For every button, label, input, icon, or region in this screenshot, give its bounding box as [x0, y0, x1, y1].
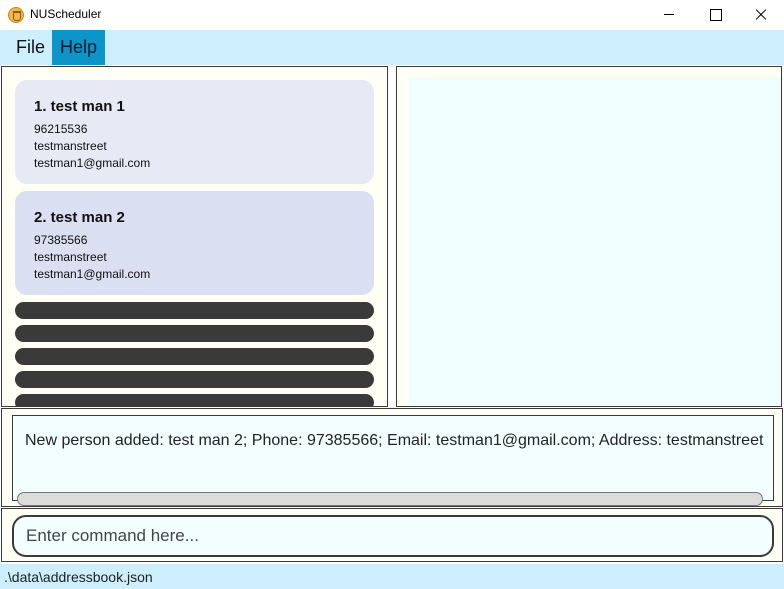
- person-phone: 96215536: [34, 122, 88, 136]
- browser-view: [409, 77, 781, 406]
- app-icon: [8, 7, 24, 23]
- maximize-button[interactable]: [692, 0, 738, 30]
- person-email: testman1@gmail.com: [34, 267, 151, 281]
- person-card[interactable]: 1. test man 1 96215536 testmanstreet tes…: [15, 80, 374, 184]
- window-title: NUScheduler: [30, 7, 102, 21]
- close-button[interactable]: [738, 0, 784, 30]
- empty-list-cell: [15, 371, 374, 388]
- browser-panel: [396, 66, 782, 407]
- person-name: 2. test man 2: [34, 209, 125, 226]
- menu-file[interactable]: File: [8, 30, 53, 65]
- title-bar: NUScheduler: [0, 0, 784, 30]
- person-name: 1. test man 1: [34, 98, 125, 115]
- horizontal-scrollbar[interactable]: [17, 492, 763, 506]
- menu-help[interactable]: Help: [52, 30, 106, 65]
- person-address: testmanstreet: [34, 250, 107, 264]
- person-phone: 97385566: [34, 233, 88, 247]
- command-input[interactable]: [12, 515, 774, 557]
- save-location: .\data\addressbook.json: [4, 569, 153, 585]
- minimize-button[interactable]: [646, 0, 692, 30]
- person-address: testmanstreet: [34, 139, 107, 153]
- person-list-panel[interactable]: 1. test man 1 96215536 testmanstreet tes…: [1, 66, 388, 407]
- empty-list-cell: [15, 325, 374, 342]
- empty-list-cell: [15, 302, 374, 319]
- result-message: New person added: test man 2; Phone: 973…: [25, 432, 764, 449]
- person-email: testman1@gmail.com: [34, 156, 151, 170]
- result-display: New person added: test man 2; Phone: 973…: [12, 415, 774, 506]
- menu-bar: File Help: [0, 30, 784, 65]
- empty-list-cell: [15, 348, 374, 365]
- result-display-panel: New person added: test man 2; Phone: 973…: [1, 408, 783, 507]
- person-card[interactable]: 2. test man 2 97385566 testmanstreet tes…: [15, 191, 374, 295]
- command-box-panel: [1, 508, 783, 562]
- status-bar: .\data\addressbook.json: [0, 564, 784, 589]
- empty-list-cell: [15, 394, 374, 406]
